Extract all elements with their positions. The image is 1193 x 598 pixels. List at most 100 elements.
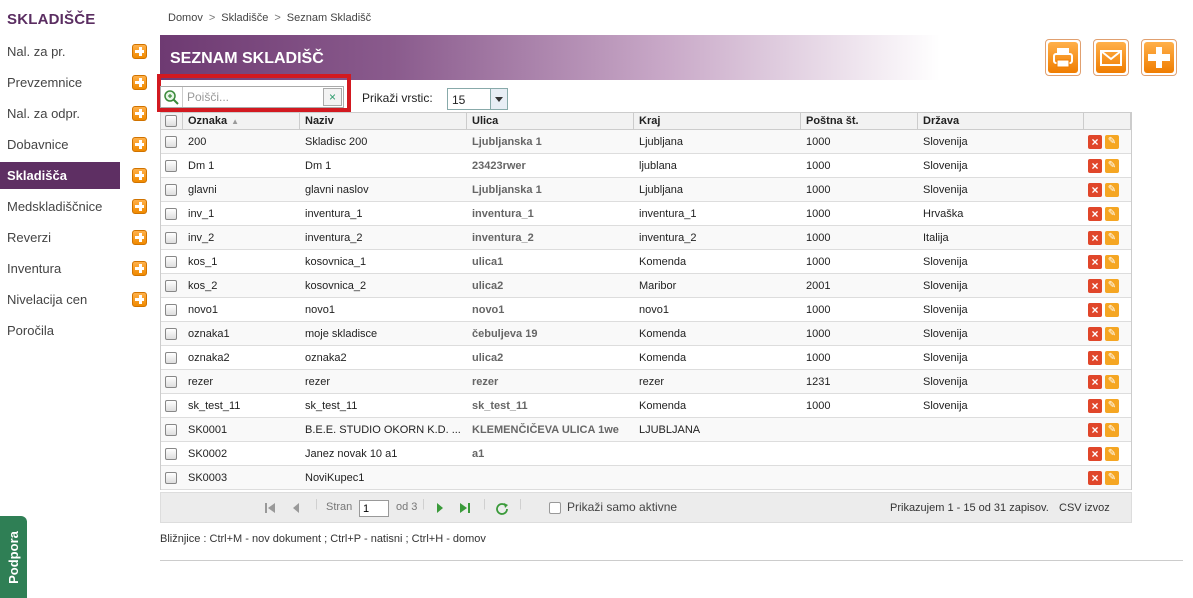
edit-pencil-icon[interactable]: ✎ — [1105, 135, 1119, 149]
table-row[interactable]: oznaka2 oznaka2 ulica2 Komenda 1000 Slovenija… — [161, 346, 1131, 370]
support-tab[interactable]: Podpora — [0, 516, 27, 598]
row-checkbox[interactable] — [165, 135, 177, 148]
sidebar-item[interactable]: Skladišča — [0, 162, 120, 189]
table-row[interactable]: SK0002 Janez novak 10 a1 a1 × ✎ — [161, 442, 1131, 466]
edit-pencil-icon[interactable]: ✎ — [1105, 471, 1119, 485]
clear-search-button[interactable]: × — [323, 88, 342, 106]
add-plus-icon[interactable] — [132, 199, 147, 214]
column-header-ulica[interactable]: Ulica — [467, 113, 634, 129]
edit-pencil-icon[interactable]: ✎ — [1105, 423, 1119, 437]
email-button[interactable] — [1093, 39, 1129, 76]
delete-icon[interactable]: × — [1088, 255, 1102, 269]
table-row[interactable]: rezer rezer rezer rezer 1231 Slovenija × ✎ — [161, 370, 1131, 394]
table-row[interactable]: novo1 novo1 novo1 novo1 1000 Slovenija × ✎ — [161, 298, 1131, 322]
csv-export-link[interactable]: CSV izvoz — [1059, 502, 1110, 514]
add-plus-icon[interactable] — [132, 261, 147, 276]
row-checkbox[interactable] — [165, 303, 177, 316]
sidebar-item[interactable]: Nal. za pr. — [0, 38, 152, 65]
rows-per-page-select[interactable]: 15 — [447, 88, 508, 110]
add-plus-icon[interactable] — [132, 168, 147, 183]
delete-icon[interactable]: × — [1088, 327, 1102, 341]
table-row[interactable]: Dm 1 Dm 1 23423rwer ljublana 1000 Slovenija × ✎ — [161, 154, 1131, 178]
table-row[interactable]: oznaka1 moje skladisce čebuljeva 19 Komenda… — [161, 322, 1131, 346]
delete-icon[interactable]: × — [1088, 279, 1102, 293]
row-checkbox[interactable] — [165, 351, 177, 364]
table-row[interactable]: kos_2 kosovnica_2 ulica2 Maribor 2001 Sloveni… — [161, 274, 1131, 298]
previous-page-icon[interactable] — [291, 502, 301, 514]
edit-pencil-icon[interactable]: ✎ — [1105, 255, 1119, 269]
first-page-icon[interactable] — [264, 502, 276, 514]
table-row[interactable]: inv_1 inventura_1 inventura_1 inventura_1 10… — [161, 202, 1131, 226]
edit-pencil-icon[interactable]: ✎ — [1105, 207, 1119, 221]
delete-icon[interactable]: × — [1088, 447, 1102, 461]
table-row[interactable]: inv_2 inventura_2 inventura_2 inventura_2 10… — [161, 226, 1131, 250]
delete-icon[interactable]: × — [1088, 471, 1102, 485]
row-checkbox[interactable] — [165, 183, 177, 196]
add-plus-icon[interactable] — [132, 292, 147, 307]
next-page-icon[interactable] — [435, 502, 445, 514]
breadcrumb-home[interactable]: Domov — [168, 12, 203, 24]
delete-icon[interactable]: × — [1088, 183, 1102, 197]
edit-pencil-icon[interactable]: ✎ — [1105, 303, 1119, 317]
table-row[interactable]: glavni glavni naslov Ljubljanska 1 Ljubljan… — [161, 178, 1131, 202]
column-header-oznaka[interactable]: Oznaka ▲ — [183, 113, 300, 129]
row-checkbox[interactable] — [165, 159, 177, 172]
edit-pencil-icon[interactable]: ✎ — [1105, 327, 1119, 341]
row-checkbox[interactable] — [165, 327, 177, 340]
row-checkbox[interactable] — [165, 423, 177, 436]
search-icon[interactable] — [163, 89, 179, 105]
table-row[interactable]: 200 Skladisc 200 Ljubljanska 1 Ljubljana 100… — [161, 130, 1131, 154]
sidebar-item[interactable]: Nal. za odpr. — [0, 100, 152, 127]
row-checkbox[interactable] — [165, 375, 177, 388]
refresh-icon[interactable] — [495, 501, 509, 515]
edit-pencil-icon[interactable]: ✎ — [1105, 183, 1119, 197]
delete-icon[interactable]: × — [1088, 135, 1102, 149]
sidebar-item[interactable]: Poročila — [0, 317, 152, 344]
sidebar-item[interactable]: Inventura — [0, 255, 152, 282]
add-plus-icon[interactable] — [132, 44, 147, 59]
search-input[interactable] — [182, 87, 322, 107]
delete-icon[interactable]: × — [1088, 303, 1102, 317]
edit-pencil-icon[interactable]: ✎ — [1105, 279, 1119, 293]
print-button[interactable] — [1045, 39, 1081, 76]
edit-pencil-icon[interactable]: ✎ — [1105, 159, 1119, 173]
column-header-drzava[interactable]: Država — [918, 113, 1084, 129]
row-checkbox[interactable] — [165, 279, 177, 292]
edit-pencil-icon[interactable]: ✎ — [1105, 399, 1119, 413]
delete-icon[interactable]: × — [1088, 207, 1102, 221]
add-plus-icon[interactable] — [132, 230, 147, 245]
table-row[interactable]: sk_test_11 sk_test_11 sk_test_11 Komenda 100… — [161, 394, 1131, 418]
row-checkbox[interactable] — [165, 447, 177, 460]
table-row[interactable]: SK0001 B.E.E. STUDIO OKORN K.D. ... KLEMEN… — [161, 418, 1131, 442]
chevron-down-icon[interactable] — [490, 89, 507, 109]
add-plus-icon[interactable] — [132, 106, 147, 121]
table-row[interactable]: SK0003 NoviKupec1 × ✎ — [161, 466, 1131, 490]
active-only-checkbox[interactable] — [549, 502, 561, 514]
sidebar-item[interactable]: Reverzi — [0, 224, 152, 251]
sidebar-item[interactable]: Nivelacija cen — [0, 286, 152, 313]
breadcrumb-warehouse[interactable]: Skladišče — [221, 12, 268, 24]
row-checkbox[interactable] — [165, 207, 177, 220]
column-header-postna[interactable]: Poštna št. — [801, 113, 918, 129]
edit-pencil-icon[interactable]: ✎ — [1105, 231, 1119, 245]
column-header-kraj[interactable]: Kraj — [634, 113, 801, 129]
sidebar-item[interactable]: Dobavnice — [0, 131, 152, 158]
column-header-naziv[interactable]: Naziv — [300, 113, 467, 129]
row-checkbox[interactable] — [165, 471, 177, 484]
last-page-icon[interactable] — [459, 502, 471, 514]
delete-icon[interactable]: × — [1088, 231, 1102, 245]
delete-icon[interactable]: × — [1088, 351, 1102, 365]
sidebar-item[interactable]: Prevzemnice — [0, 69, 152, 96]
add-plus-icon[interactable] — [132, 75, 147, 90]
sidebar-item[interactable]: Medskladiščnice — [0, 193, 152, 220]
edit-pencil-icon[interactable]: ✎ — [1105, 375, 1119, 389]
add-button[interactable] — [1141, 39, 1177, 76]
table-row[interactable]: kos_1 kosovnica_1 ulica1 Komenda 1000 Sloveni… — [161, 250, 1131, 274]
row-checkbox[interactable] — [165, 399, 177, 412]
edit-pencil-icon[interactable]: ✎ — [1105, 447, 1119, 461]
row-checkbox[interactable] — [165, 231, 177, 244]
row-checkbox[interactable] — [165, 255, 177, 268]
add-plus-icon[interactable] — [132, 137, 147, 152]
edit-pencil-icon[interactable]: ✎ — [1105, 351, 1119, 365]
delete-icon[interactable]: × — [1088, 399, 1102, 413]
